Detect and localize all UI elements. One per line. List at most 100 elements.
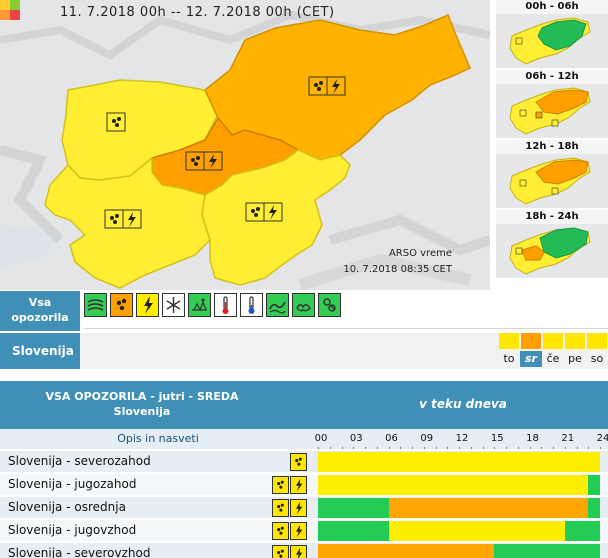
period-18-24[interactable]: 18h - 24h — [496, 210, 608, 278]
hour-tick — [365, 447, 366, 449]
level-cell — [529, 452, 565, 472]
snow-icon[interactable] — [162, 293, 185, 317]
level-cell — [318, 498, 354, 518]
region-label: Slovenija — [0, 333, 80, 369]
hour-label: 12 — [455, 433, 469, 444]
forest-fire-icon[interactable] — [292, 293, 315, 317]
period-00-06[interactable]: 00h - 06h — [496, 0, 608, 68]
region-name: Slovenija - jugovzhod — [8, 523, 137, 537]
icon-box-osrednja — [185, 151, 223, 171]
level-cell — [564, 452, 600, 472]
day-selector: to sr če pe so — [498, 333, 608, 369]
level-cell — [494, 498, 530, 518]
table-row[interactable]: Slovenija - jugovzhod — [0, 519, 608, 541]
level-cell — [423, 521, 459, 541]
level-cell — [564, 521, 600, 541]
icon-box-jugozahod — [104, 209, 142, 229]
level-cell — [423, 475, 459, 495]
day-so[interactable]: so — [586, 333, 608, 369]
region-name: Slovenija - jugozahod — [8, 477, 137, 491]
period-label: 12h - 18h — [496, 140, 608, 154]
day-label: če — [546, 352, 560, 365]
region-name: Slovenija - severovzhod — [8, 546, 151, 558]
level-cell — [564, 475, 589, 495]
credit-source: ARSO vreme — [388, 248, 452, 259]
level-cell — [388, 452, 424, 472]
cold-icon[interactable] — [240, 293, 263, 317]
rain-icon[interactable] — [110, 293, 133, 317]
table-subtitle: Slovenija — [113, 405, 171, 418]
period-label: 18h - 24h — [496, 210, 608, 224]
period-label: 06h - 12h — [496, 70, 608, 84]
level-cell — [388, 544, 424, 558]
thunderstorm-icon — [290, 476, 307, 494]
region-row: Slovenija to sr če pe so — [0, 333, 608, 369]
day-level-bar — [587, 333, 607, 349]
period-map-thumb — [496, 84, 608, 138]
fog-icon[interactable] — [318, 293, 341, 317]
hour-tick — [553, 447, 554, 449]
level-cell — [459, 452, 495, 472]
thunderstorm-icon[interactable] — [136, 293, 159, 317]
rain-icon — [290, 453, 307, 471]
warning-map[interactable]: 11. 7.2018 00h -- 12. 7.2018 00h (CET) A… — [0, 0, 490, 290]
hour-label: 03 — [349, 433, 363, 444]
opis-link[interactable]: Opis in nasveti — [0, 429, 316, 449]
day-sr[interactable]: sr — [520, 333, 542, 369]
hour-label: 24 — [596, 433, 608, 444]
hourly-levels — [318, 544, 608, 558]
region-name: Slovenija - severozahod — [8, 454, 151, 468]
level-cell — [353, 544, 389, 558]
hour-tick — [353, 447, 355, 449]
level-cell — [318, 521, 354, 541]
warning-type-label: Vsa opozorila — [0, 291, 80, 331]
level-cell — [388, 521, 424, 541]
hour-tick — [329, 447, 331, 449]
type-label-line-2: opozorila — [11, 311, 69, 324]
table-header: VSA OPOZORILA - jutri - SREDA Slovenija … — [0, 381, 608, 429]
day-to[interactable]: to — [498, 333, 520, 369]
icon-box-severozahod — [106, 112, 126, 132]
hour-label: 15 — [490, 433, 504, 444]
hour-tick — [517, 447, 519, 449]
map-credit: ARSO vreme 10. 7.2018 08:35 CET — [343, 246, 452, 278]
day-level-bar — [521, 333, 541, 349]
ice-icon[interactable] — [188, 293, 211, 317]
coastal-icon[interactable] — [266, 293, 289, 317]
level-cell — [459, 498, 495, 518]
heat-icon[interactable] — [214, 293, 237, 317]
warning-type-row: Vsa opozorila — [0, 291, 608, 331]
day-level-bar — [499, 333, 519, 349]
credit-time: 10. 7.2018 08:35 CET — [343, 264, 452, 275]
level-cell — [353, 452, 389, 472]
level-cell — [494, 544, 530, 558]
table-row[interactable]: Slovenija - osrednja — [0, 496, 608, 518]
day-label: sr — [520, 351, 542, 367]
hour-tick — [482, 447, 484, 449]
level-cell — [353, 521, 389, 541]
period-06-12[interactable]: 06h - 12h — [496, 70, 608, 138]
level-cell — [529, 544, 565, 558]
period-12-18[interactable]: 12h - 18h — [496, 140, 608, 208]
wind-icon[interactable] — [84, 293, 107, 317]
period-map-thumb — [496, 154, 608, 208]
level-cell — [318, 475, 354, 495]
hour-tick — [341, 447, 343, 449]
level-cell — [564, 544, 600, 558]
hour-tick — [470, 447, 472, 449]
map-title: 11. 7.2018 00h -- 12. 7.2018 00h (CET) — [60, 5, 335, 20]
level-cell — [494, 521, 530, 541]
hour-tick — [435, 447, 437, 449]
hour-tick — [541, 447, 543, 449]
day-label: pe — [568, 352, 582, 365]
table-row[interactable]: Slovenija - severovzhod — [0, 542, 608, 558]
hour-tick — [318, 447, 319, 449]
table-row[interactable]: Slovenija - jugozahod — [0, 473, 608, 495]
table-row[interactable]: Slovenija - severozahod — [0, 450, 608, 472]
day-pe[interactable]: pe — [564, 333, 586, 369]
level-cell — [423, 498, 459, 518]
day-če[interactable]: če — [542, 333, 564, 369]
day-level-bar — [565, 333, 585, 349]
hour-label: 06 — [385, 433, 398, 444]
hourly-levels — [318, 452, 608, 472]
